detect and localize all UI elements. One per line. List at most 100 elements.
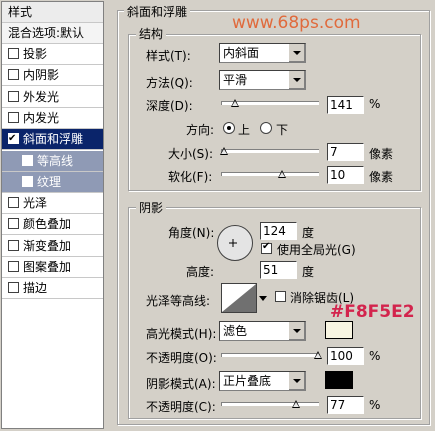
style-label: 样式(T): (146, 49, 191, 63)
style-item-checkbox[interactable] (8, 90, 19, 102)
style-item[interactable]: 斜面和浮雕 (2, 129, 103, 151)
angle-dial[interactable] (217, 225, 253, 261)
crosshair-icon (229, 239, 237, 247)
size-unit: 像素 (369, 147, 394, 161)
style-item-checkbox[interactable] (8, 261, 19, 272)
altitude-input[interactable]: 51 (260, 261, 297, 279)
depth-input[interactable]: 141 (327, 96, 364, 114)
shadow-opacity-input[interactable]: 77 (327, 396, 364, 414)
angle-input[interactable]: 124 (260, 222, 297, 240)
style-item-label: 投影 (23, 47, 48, 61)
style-item[interactable]: 投影 (2, 44, 103, 65)
angle-label: 角度(N): (168, 226, 215, 240)
shading-title: 阴影 (136, 199, 167, 216)
shadow-opacity-unit: % (369, 398, 381, 412)
style-item-label: 内阴影 (23, 68, 60, 83)
shadow-color-swatch[interactable] (325, 371, 353, 389)
style-item-checkbox[interactable] (22, 175, 33, 187)
style-item-checkbox[interactable] (8, 69, 19, 81)
highlight-mode-select[interactable]: 滤色 (219, 321, 306, 341)
technique-select[interactable]: 平滑 (219, 70, 306, 90)
highlight-mode-label: 高光模式(H): (146, 327, 217, 341)
direction-up-label: 上 (238, 123, 251, 137)
global-light-checkbox[interactable] (261, 241, 272, 254)
style-item-checkbox[interactable] (8, 239, 19, 251)
style-item[interactable]: 内阴影 (2, 65, 103, 87)
shadow-opacity-label: 不透明度(C): (146, 400, 216, 414)
soften-unit: 像素 (369, 170, 394, 184)
style-item-checkbox[interactable] (8, 197, 19, 209)
highlight-opacity-input[interactable]: 100 (327, 347, 364, 365)
contour-icon (222, 284, 256, 312)
shadow-opacity-track[interactable] (221, 402, 319, 406)
contour-dropdown-arrow[interactable] (258, 288, 268, 308)
gloss-contour-picker[interactable] (221, 283, 257, 313)
soften-slider-thumb[interactable] (278, 170, 287, 178)
antialias-checkbox[interactable] (275, 291, 286, 302)
style-item[interactable]: 图案叠加 (2, 257, 103, 278)
style-item-label: 内发光 (23, 110, 60, 125)
style-item-label: 图案叠加 (23, 260, 72, 274)
style-item-checkbox[interactable] (8, 218, 19, 230)
highlight-color-annotation: #F8F5E2 (330, 302, 415, 322)
style-item-label: 描边 (23, 281, 48, 296)
size-input[interactable]: 7 (327, 143, 364, 161)
style-item-checkbox[interactable] (8, 111, 19, 123)
styles-list: 样式 混合选项:默认 投影内阴影外发光内发光斜面和浮雕等高线纹理光泽颜色叠加渐变… (1, 1, 104, 429)
chevron-down-icon (288, 372, 305, 390)
shadow-mode-label: 阴影模式(A): (146, 377, 216, 391)
highlight-opacity-label: 不透明度(O): (146, 351, 217, 365)
style-item-checkbox[interactable] (22, 154, 33, 166)
style-item-label: 纹理 (37, 174, 62, 189)
style-item[interactable]: 纹理 (2, 171, 103, 193)
style-select-value: 内斜面 (223, 46, 260, 60)
style-item-label: 斜面和浮雕 (23, 132, 84, 147)
style-item[interactable]: 等高线 (2, 150, 103, 172)
highlight-opacity-unit: % (369, 349, 381, 363)
soften-label: 软化(F): (168, 170, 213, 184)
style-item-checkbox[interactable] (8, 129, 19, 149)
chevron-down-icon (259, 296, 267, 301)
highlight-color-swatch[interactable] (325, 321, 353, 339)
style-select[interactable]: 内斜面 (219, 43, 306, 63)
style-item-label: 颜色叠加 (23, 217, 72, 232)
size-slider-track[interactable] (221, 149, 319, 153)
technique-select-value: 平滑 (223, 73, 248, 87)
blending-options[interactable]: 混合选项:默认 (2, 23, 103, 44)
depth-unit: % (369, 97, 381, 111)
style-item[interactable]: 颜色叠加 (2, 214, 103, 236)
direction-up-radio[interactable] (223, 122, 235, 134)
angle-unit: 度 (302, 226, 315, 240)
shadow-mode-select[interactable]: 正片叠底 (219, 371, 306, 391)
altitude-label: 高度: (186, 265, 215, 279)
depth-label: 深度(D): (146, 99, 193, 113)
style-item[interactable]: 内发光 (2, 108, 103, 129)
styles-header[interactable]: 样式 (2, 2, 103, 23)
chevron-down-icon (288, 322, 305, 340)
style-item[interactable]: 光泽 (2, 193, 103, 215)
bevel-emboss-title: 斜面和浮雕 (124, 3, 191, 20)
style-item-label: 等高线 (37, 153, 74, 168)
chevron-down-icon (288, 71, 305, 89)
shadow-opacity-thumb[interactable] (291, 400, 300, 408)
style-item[interactable]: 渐变叠加 (2, 236, 103, 257)
style-item-checkbox[interactable] (8, 48, 19, 59)
gloss-contour-label: 光泽等高线: (146, 294, 211, 308)
style-item-label: 外发光 (23, 89, 60, 104)
style-item-checkbox[interactable] (8, 282, 19, 294)
direction-label: 方向: (186, 123, 215, 137)
global-light-label: 使用全局光(G) (277, 243, 356, 257)
style-item[interactable]: 外发光 (2, 87, 103, 108)
highlight-opacity-track[interactable] (221, 353, 319, 357)
direction-down-label: 下 (276, 123, 289, 137)
size-slider-thumb[interactable] (219, 147, 228, 155)
style-item-label: 渐变叠加 (23, 238, 72, 253)
watermark: www.68ps.com (232, 13, 361, 33)
soften-slider-track[interactable] (221, 172, 319, 176)
altitude-unit: 度 (302, 265, 315, 279)
highlight-opacity-thumb[interactable] (314, 351, 322, 359)
depth-slider-thumb[interactable] (230, 99, 239, 107)
direction-down-radio[interactable] (260, 122, 272, 134)
soften-input[interactable]: 10 (327, 166, 364, 184)
style-item[interactable]: 描边 (2, 278, 103, 300)
